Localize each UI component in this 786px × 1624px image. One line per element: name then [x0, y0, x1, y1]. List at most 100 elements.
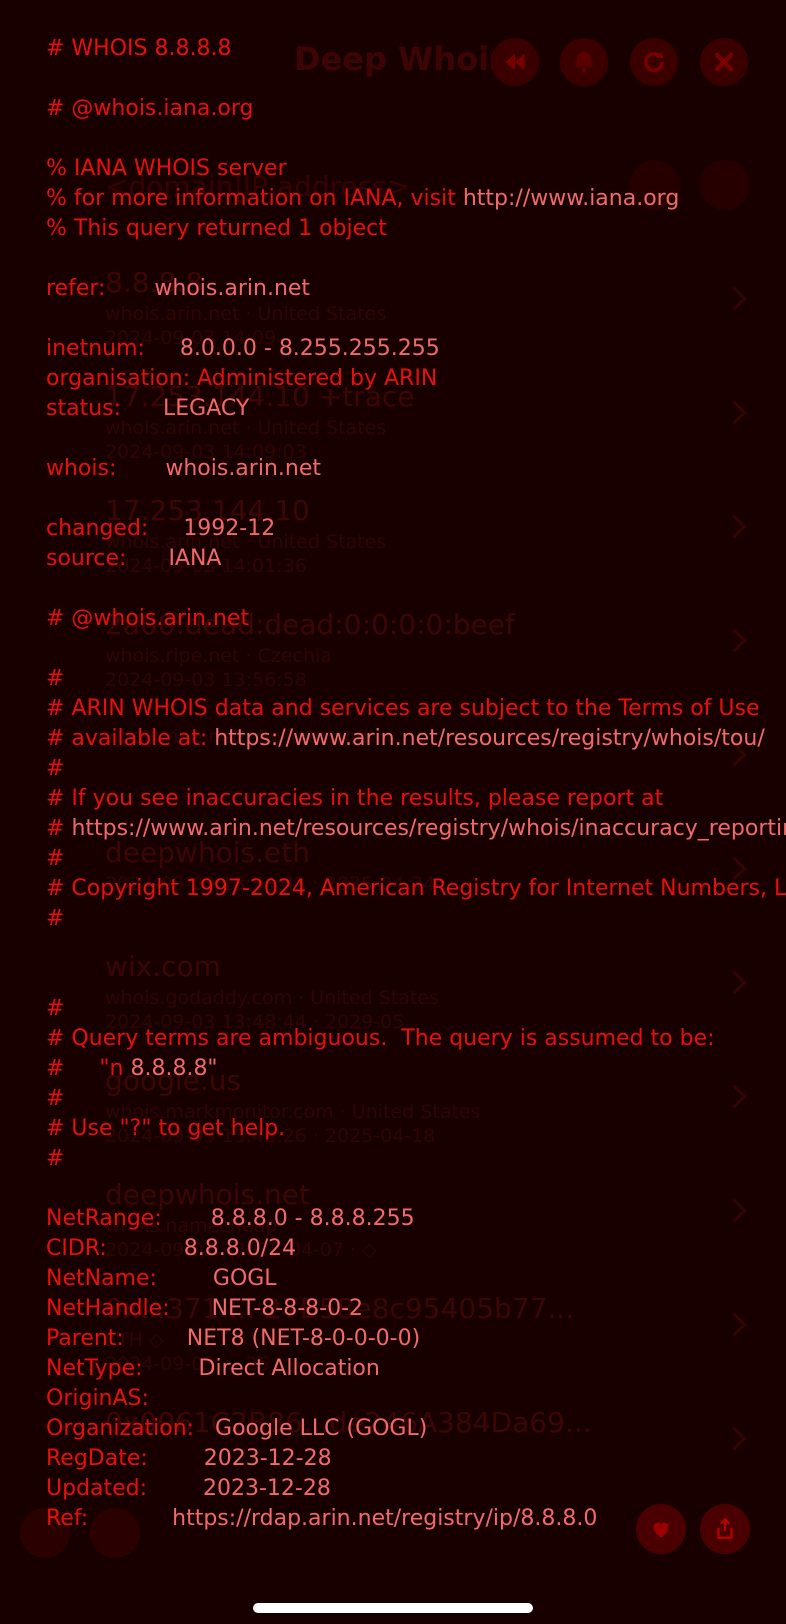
console-line: Organization: Google LLC (GOGL) [46, 1414, 786, 1444]
console-value: 8.8.8.0 - 8.8.8.255 [210, 1206, 415, 1231]
console-key: inetnum: [46, 336, 180, 361]
console-key: Parent: [46, 1326, 187, 1351]
console-line: % This query returned 1 object [46, 214, 786, 244]
console-line: RegDate: 2023-12-28 [46, 1444, 786, 1474]
console-line: changed: 1992-12 [46, 514, 786, 544]
console-value: 8.8.8.8" [130, 1056, 218, 1081]
console-line: # If you see inaccuracies in the results… [46, 784, 786, 814]
console-value: 8.0.0.0 - 8.255.255.255 [179, 336, 440, 361]
console-value: Direct Allocation [198, 1356, 380, 1381]
console-line: NetRange: 8.8.8.0 - 8.8.8.255 [46, 1204, 786, 1234]
console-key: Ref: [46, 1506, 173, 1531]
console-key: organisation: Administered by ARIN [46, 366, 438, 391]
console-line: NetHandle: NET-8-8-8-0-2 [46, 1294, 786, 1324]
console-line: # Use "?" to get help. [46, 1114, 786, 1144]
console-line: Ref: https://rdap.arin.net/registry/ip/8… [46, 1504, 786, 1534]
console-value: IANA [168, 546, 222, 571]
console-line: % for more information on IANA, visit ht… [46, 184, 786, 214]
console-key: % for more information on IANA, visit [46, 186, 463, 211]
console-key: % This query returned 1 object [46, 216, 387, 241]
console-key: # [46, 1086, 65, 1111]
console-key: Organization: [46, 1416, 216, 1441]
console-line: # Query terms are ambiguous. The query i… [46, 1024, 786, 1054]
console-line: status: LEGACY [46, 394, 786, 424]
console-value: https://www.arin.net/resources/registry/… [71, 816, 786, 841]
console-key: NetHandle: [46, 1296, 212, 1321]
console-line: # Copyright 1997-2024, American Registry… [46, 874, 786, 904]
console-key: CIDR: [46, 1236, 184, 1261]
console-line: % IANA WHOIS server [46, 154, 786, 184]
console-key: NetName: [46, 1266, 213, 1291]
console-value: https://www.arin.net/resources/registry/… [214, 726, 765, 751]
console-value: 1992-12 [183, 516, 276, 541]
console-line: # [46, 994, 786, 1024]
console-key: NetType: [46, 1356, 199, 1381]
console-key: status: [46, 396, 163, 421]
console-line: refer: whois.arin.net [46, 274, 786, 304]
console-key: # "n [46, 1056, 131, 1081]
console-value: 2023-12-28 [203, 1476, 331, 1501]
console-line: OriginAS: [46, 1384, 786, 1414]
console-key: # [46, 1146, 65, 1171]
console-line: # [46, 1144, 786, 1174]
console-key: Updated: [46, 1476, 203, 1501]
console-key: # @whois.iana.org [46, 96, 254, 121]
console-line: # [46, 754, 786, 784]
console-value: NET-8-8-8-0-2 [211, 1296, 364, 1321]
console-key: RegDate: [46, 1446, 204, 1471]
console-value: Google LLC (GOGL) [215, 1416, 428, 1441]
console-value: LEGACY [162, 396, 250, 421]
console-line: whois: whois.arin.net [46, 454, 786, 484]
console-value: NET8 (NET-8-0-0-0-0) [186, 1326, 421, 1351]
console-key: # @whois.arin.net [46, 606, 250, 631]
console-key: # Query terms are ambiguous. The query i… [46, 1026, 715, 1051]
console-key: whois: [46, 456, 166, 481]
console-line: CIDR: 8.8.8.0/24 [46, 1234, 786, 1264]
console-line: # ARIN WHOIS data and services are subje… [46, 694, 786, 724]
console-key: # [46, 846, 65, 871]
console-key: % IANA WHOIS server [46, 156, 287, 181]
console-line: # [46, 844, 786, 874]
console-line: # available at: https://www.arin.net/res… [46, 724, 786, 754]
console-key: OriginAS: [46, 1386, 149, 1411]
console-value: GOGL [212, 1266, 277, 1291]
console-value: 2023-12-28 [203, 1446, 332, 1471]
console-key: # If you see inaccuracies in the results… [46, 786, 664, 811]
console-line: # "n 8.8.8.8" [46, 1054, 786, 1084]
console-key: refer: [46, 276, 155, 301]
console-key: # ARIN WHOIS data and services are subje… [46, 696, 760, 721]
console-key: # [46, 756, 65, 781]
console-line: inetnum: 8.0.0.0 - 8.255.255.255 [46, 334, 786, 364]
console-line: organisation: Administered by ARIN [46, 364, 786, 394]
console-key: changed: [46, 516, 184, 541]
console-line: # https://www.arin.net/resources/registr… [46, 814, 786, 844]
console-line: # [46, 904, 786, 934]
console-key: # available at: [46, 726, 215, 751]
console-line: # WHOIS 8.8.8.8 [46, 34, 786, 64]
console-line: NetType: Direct Allocation [46, 1354, 786, 1384]
console-line: # @whois.arin.net [46, 604, 786, 634]
console-value: 8.8.8.0/24 [183, 1236, 297, 1261]
console-line: # [46, 664, 786, 694]
console-key: # [46, 996, 65, 1021]
console-value: whois.arin.net [165, 456, 321, 481]
console-key: # Copyright 1997-2024, American Registry… [46, 876, 786, 901]
console-key: # [46, 816, 72, 841]
console-value: http://www.iana.org [462, 186, 680, 211]
whois-output: # WHOIS 8.8.8.8 # @whois.iana.org % IANA W… [46, 34, 786, 1574]
console-line: NetName: GOGL [46, 1264, 786, 1294]
console-value: https://rdap.arin.net/registry/ip/8.8.8.… [172, 1506, 598, 1531]
home-indicator [253, 1603, 533, 1613]
console-key: # WHOIS 8.8.8.8 [46, 36, 232, 61]
